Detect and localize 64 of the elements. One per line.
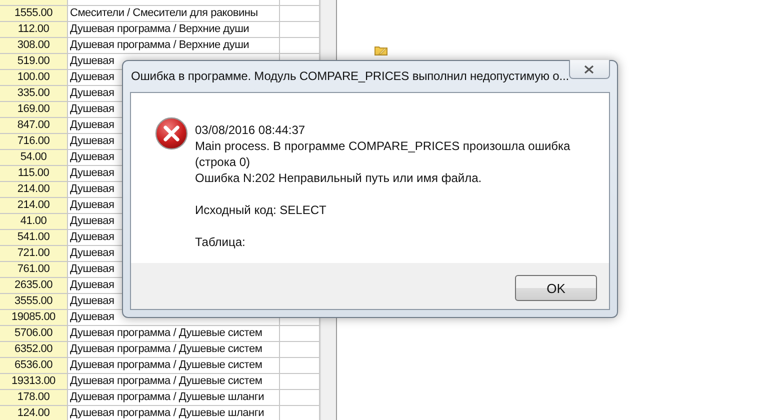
price-cell: 519.00 (17, 54, 50, 69)
ok-button[interactable]: OK (515, 275, 597, 301)
category-cell: Душевая программа / Душевые систем (70, 374, 262, 389)
message-line: 03/08/2016 08:44:37 (195, 122, 306, 138)
price-cell: 721.00 (17, 246, 50, 261)
price-cell: 761.00 (17, 262, 50, 277)
category-cell: Душевая (70, 310, 114, 325)
category-cell: Душевая (70, 150, 114, 165)
price-cell: 1555.00 (14, 6, 52, 21)
dialog-title: Ошибка в программе. Модуль COMPARE_PRICES выполнил недопустимую о... (131, 69, 569, 83)
message-line: Ошибка N:202 Неправильный путь или имя файла. (195, 170, 482, 186)
category-cell: Душевая (70, 262, 114, 277)
category-cell: Душевая (70, 166, 114, 181)
price-cell: 112.00 (18, 22, 50, 37)
category-cell: Душевая (70, 102, 114, 117)
category-cell: Душевая (70, 86, 114, 101)
category-cell: Душевая (70, 294, 114, 309)
price-cell: 6536.00 (14, 358, 52, 373)
price-cell: 847.00 (17, 118, 50, 133)
price-cell: 100.00 (17, 70, 50, 85)
price-cell: 3555.00 (14, 294, 52, 309)
category-cell: Душевая программа / Душевые систем (70, 358, 262, 373)
price-cell: 6352.00 (14, 342, 52, 357)
category-cell: Смесители / Смесители для раковины (70, 6, 258, 21)
price-cell: 214.00 (17, 198, 50, 213)
category-cell: Душевая (70, 134, 114, 149)
category-cell: Душевая (70, 278, 114, 293)
close-icon (584, 64, 594, 74)
category-cell: Душевая (70, 54, 114, 69)
price-cell: 115.00 (18, 166, 50, 181)
price-cell: 541.00 (17, 230, 50, 245)
category-cell: Душевая (70, 70, 114, 85)
price-cell: 19313.00 (12, 374, 56, 389)
message-line: Таблица: (195, 234, 246, 250)
category-cell: Душевая (70, 246, 114, 261)
message-line: Main process. В программе COMPARE_PRICES произошла ошибка (195, 138, 570, 154)
price-cell: 169.00 (17, 102, 50, 117)
error-icon (155, 117, 188, 150)
category-cell: Душевая программа / Душевые систем (70, 326, 262, 341)
price-cell: 335.00 (17, 86, 50, 101)
category-cell: Душевая (70, 182, 114, 197)
category-cell: Душевая (70, 118, 114, 133)
category-cell: Душевая (70, 214, 114, 229)
price-cell: 54.00 (20, 150, 47, 165)
price-cell: 308.00 (17, 38, 50, 53)
message-line: Исходный код: SELECT (195, 202, 326, 218)
price-cell: 19085.00 (12, 310, 56, 325)
category-cell: Душевая программа / Душевые шланги (70, 406, 264, 420)
price-cell: 178.00 (17, 390, 50, 405)
price-cell: 2635.00 (14, 278, 52, 293)
price-cell: 41.00 (20, 214, 47, 229)
category-cell: Душевая программа / Верхние души (70, 22, 250, 37)
price-cell: 214.00 (17, 182, 50, 197)
category-cell: Душевая (70, 230, 114, 245)
folder-icon[interactable] (374, 44, 388, 56)
category-cell: Душевая программа / Душевые систем (70, 342, 262, 357)
category-cell: Душевая (70, 198, 114, 213)
price-cell: 5706.00 (14, 326, 52, 341)
message-line: (строка 0) (195, 154, 250, 170)
close-button[interactable] (568, 60, 610, 79)
category-cell: Душевая программа / Душевые шланги (70, 390, 264, 405)
price-cell: 716.00 (17, 134, 50, 149)
price-cell: 124.00 (17, 406, 50, 420)
category-cell: Душевая программа / Верхние души (70, 38, 250, 53)
